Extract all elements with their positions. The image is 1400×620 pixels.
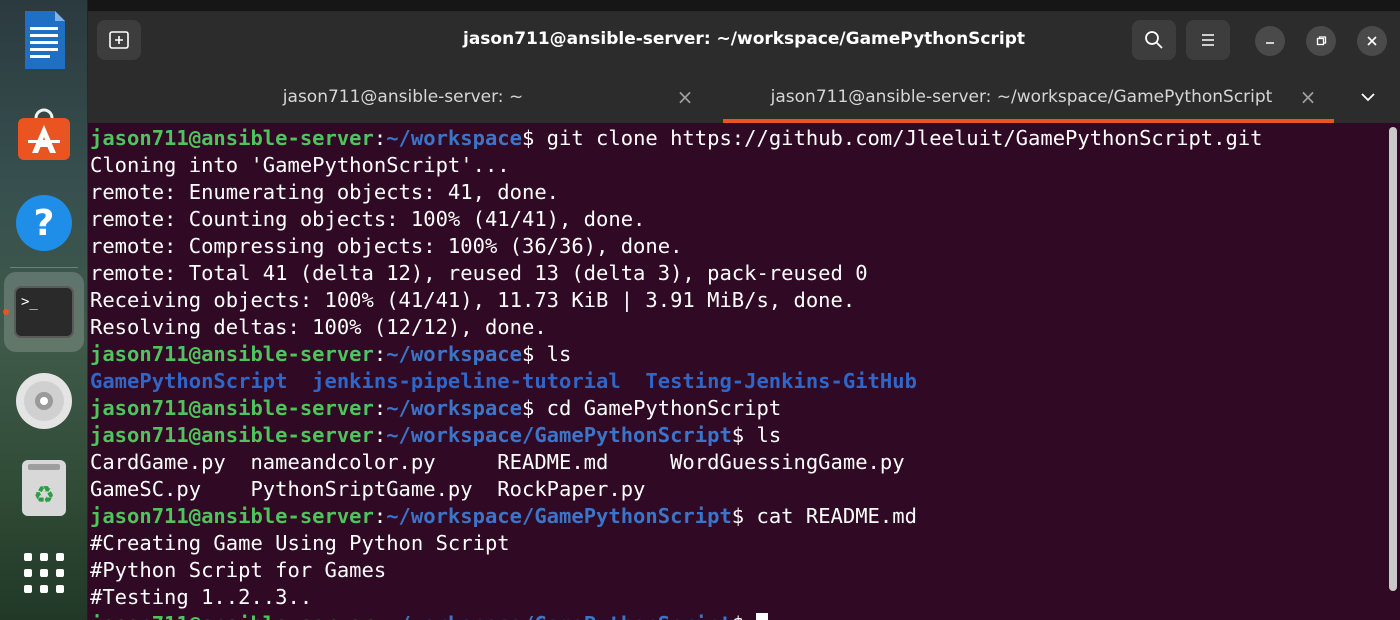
maximize-button[interactable] — [1306, 26, 1336, 56]
terminal-line: jason711@ansible-server:~/workspace/Game… — [90, 423, 782, 447]
terminal-line: Receiving objects: 100% (41/41), 11.73 K… — [90, 288, 856, 312]
terminal-line: remote: Total 41 (delta 12), reused 13 (… — [90, 261, 868, 285]
terminal-line: remote: Enumerating objects: 41, done. — [90, 180, 559, 204]
restore-icon — [1316, 36, 1327, 46]
directory-listing: GamePythonScript jenkins-pipeline-tutori… — [90, 369, 917, 393]
terminal-line: Cloning into 'GamePythonScript'... — [90, 153, 510, 177]
minimize-button[interactable] — [1255, 26, 1285, 56]
file-listing: GameSC.py PythonSriptGame.py RockPaper.p… — [90, 477, 646, 501]
tabs-overflow-button[interactable] — [1356, 71, 1380, 123]
app-center-icon[interactable] — [14, 104, 74, 164]
file-listing: CardGame.py nameandcolor.py README.md Wo… — [90, 450, 905, 474]
terminal-line: remote: Counting objects: 100% (41/41), … — [90, 207, 646, 231]
minimize-icon — [1266, 42, 1274, 44]
terminal-icon[interactable]: >_ — [14, 282, 74, 342]
hamburger-icon — [1202, 34, 1214, 46]
tab-bar: jason711@ansible-server: ~ × jason711@an… — [88, 71, 1400, 123]
close-icon — [1367, 36, 1377, 46]
terminal-line: Resolving deltas: 100% (12/12), done. — [90, 315, 547, 339]
terminal-line: remote: Compressing objects: 100% (36/36… — [90, 234, 683, 258]
tab-gamepythonscript[interactable]: jason711@ansible-server: ~/workspace/Gam… — [723, 71, 1334, 123]
running-indicator — [3, 309, 9, 315]
text-cursor — [756, 613, 769, 620]
terminal-prompt: jason711@ansible-server:~/workspace/Game… — [90, 611, 769, 620]
tab-home-close-icon[interactable]: × — [673, 71, 697, 123]
terminal-line: jason711@ansible-server:~/workspace$ ls — [90, 342, 572, 366]
terminal-line: jason711@ansible-server:~/workspace$ cd … — [90, 396, 782, 420]
dock-separator — [10, 267, 78, 268]
svg-text:?: ? — [34, 203, 55, 244]
help-icon[interactable]: ? — [14, 193, 74, 253]
terminal-line: #Creating Game Using Python Script — [90, 531, 510, 555]
search-button[interactable] — [1132, 20, 1176, 60]
close-button[interactable] — [1357, 26, 1387, 56]
svg-text:>_: >_ — [21, 294, 38, 310]
tab-label: jason711@ansible-server: ~ — [282, 87, 524, 107]
chevron-down-icon — [1361, 93, 1375, 102]
dvd-icon[interactable] — [14, 371, 74, 431]
svg-text:♻: ♻ — [33, 481, 55, 509]
search-icon — [1145, 31, 1163, 49]
writer-icon[interactable] — [14, 10, 74, 70]
tab-label: jason711@ansible-server: ~/workspace/Gam… — [770, 87, 1273, 107]
terminal-line: jason711@ansible-server:~/workspace$ git… — [90, 126, 1263, 150]
trash-icon[interactable]: ♻ — [14, 458, 74, 518]
header-bar: jason711@ansible-server: ~/workspace/Gam… — [88, 0, 1400, 82]
terminal-line: #Python Script for Games — [90, 558, 387, 582]
apps-grid-icon[interactable] — [14, 543, 74, 603]
menu-button[interactable] — [1186, 20, 1230, 60]
dock: ? >_ ♻ — [0, 0, 88, 620]
terminal-line: jason711@ansible-server:~/workspace/Game… — [90, 504, 917, 528]
tab-gamepythonscript-close-icon[interactable]: × — [1296, 71, 1320, 123]
terminal-output[interactable]: jason711@ansible-server:~/workspace$ git… — [88, 123, 1388, 620]
scrollbar-thumb[interactable] — [1389, 127, 1397, 591]
terminal-line: #Testing 1..2..3.. — [90, 585, 313, 609]
tab-home[interactable]: jason711@ansible-server: ~ — [88, 71, 718, 123]
